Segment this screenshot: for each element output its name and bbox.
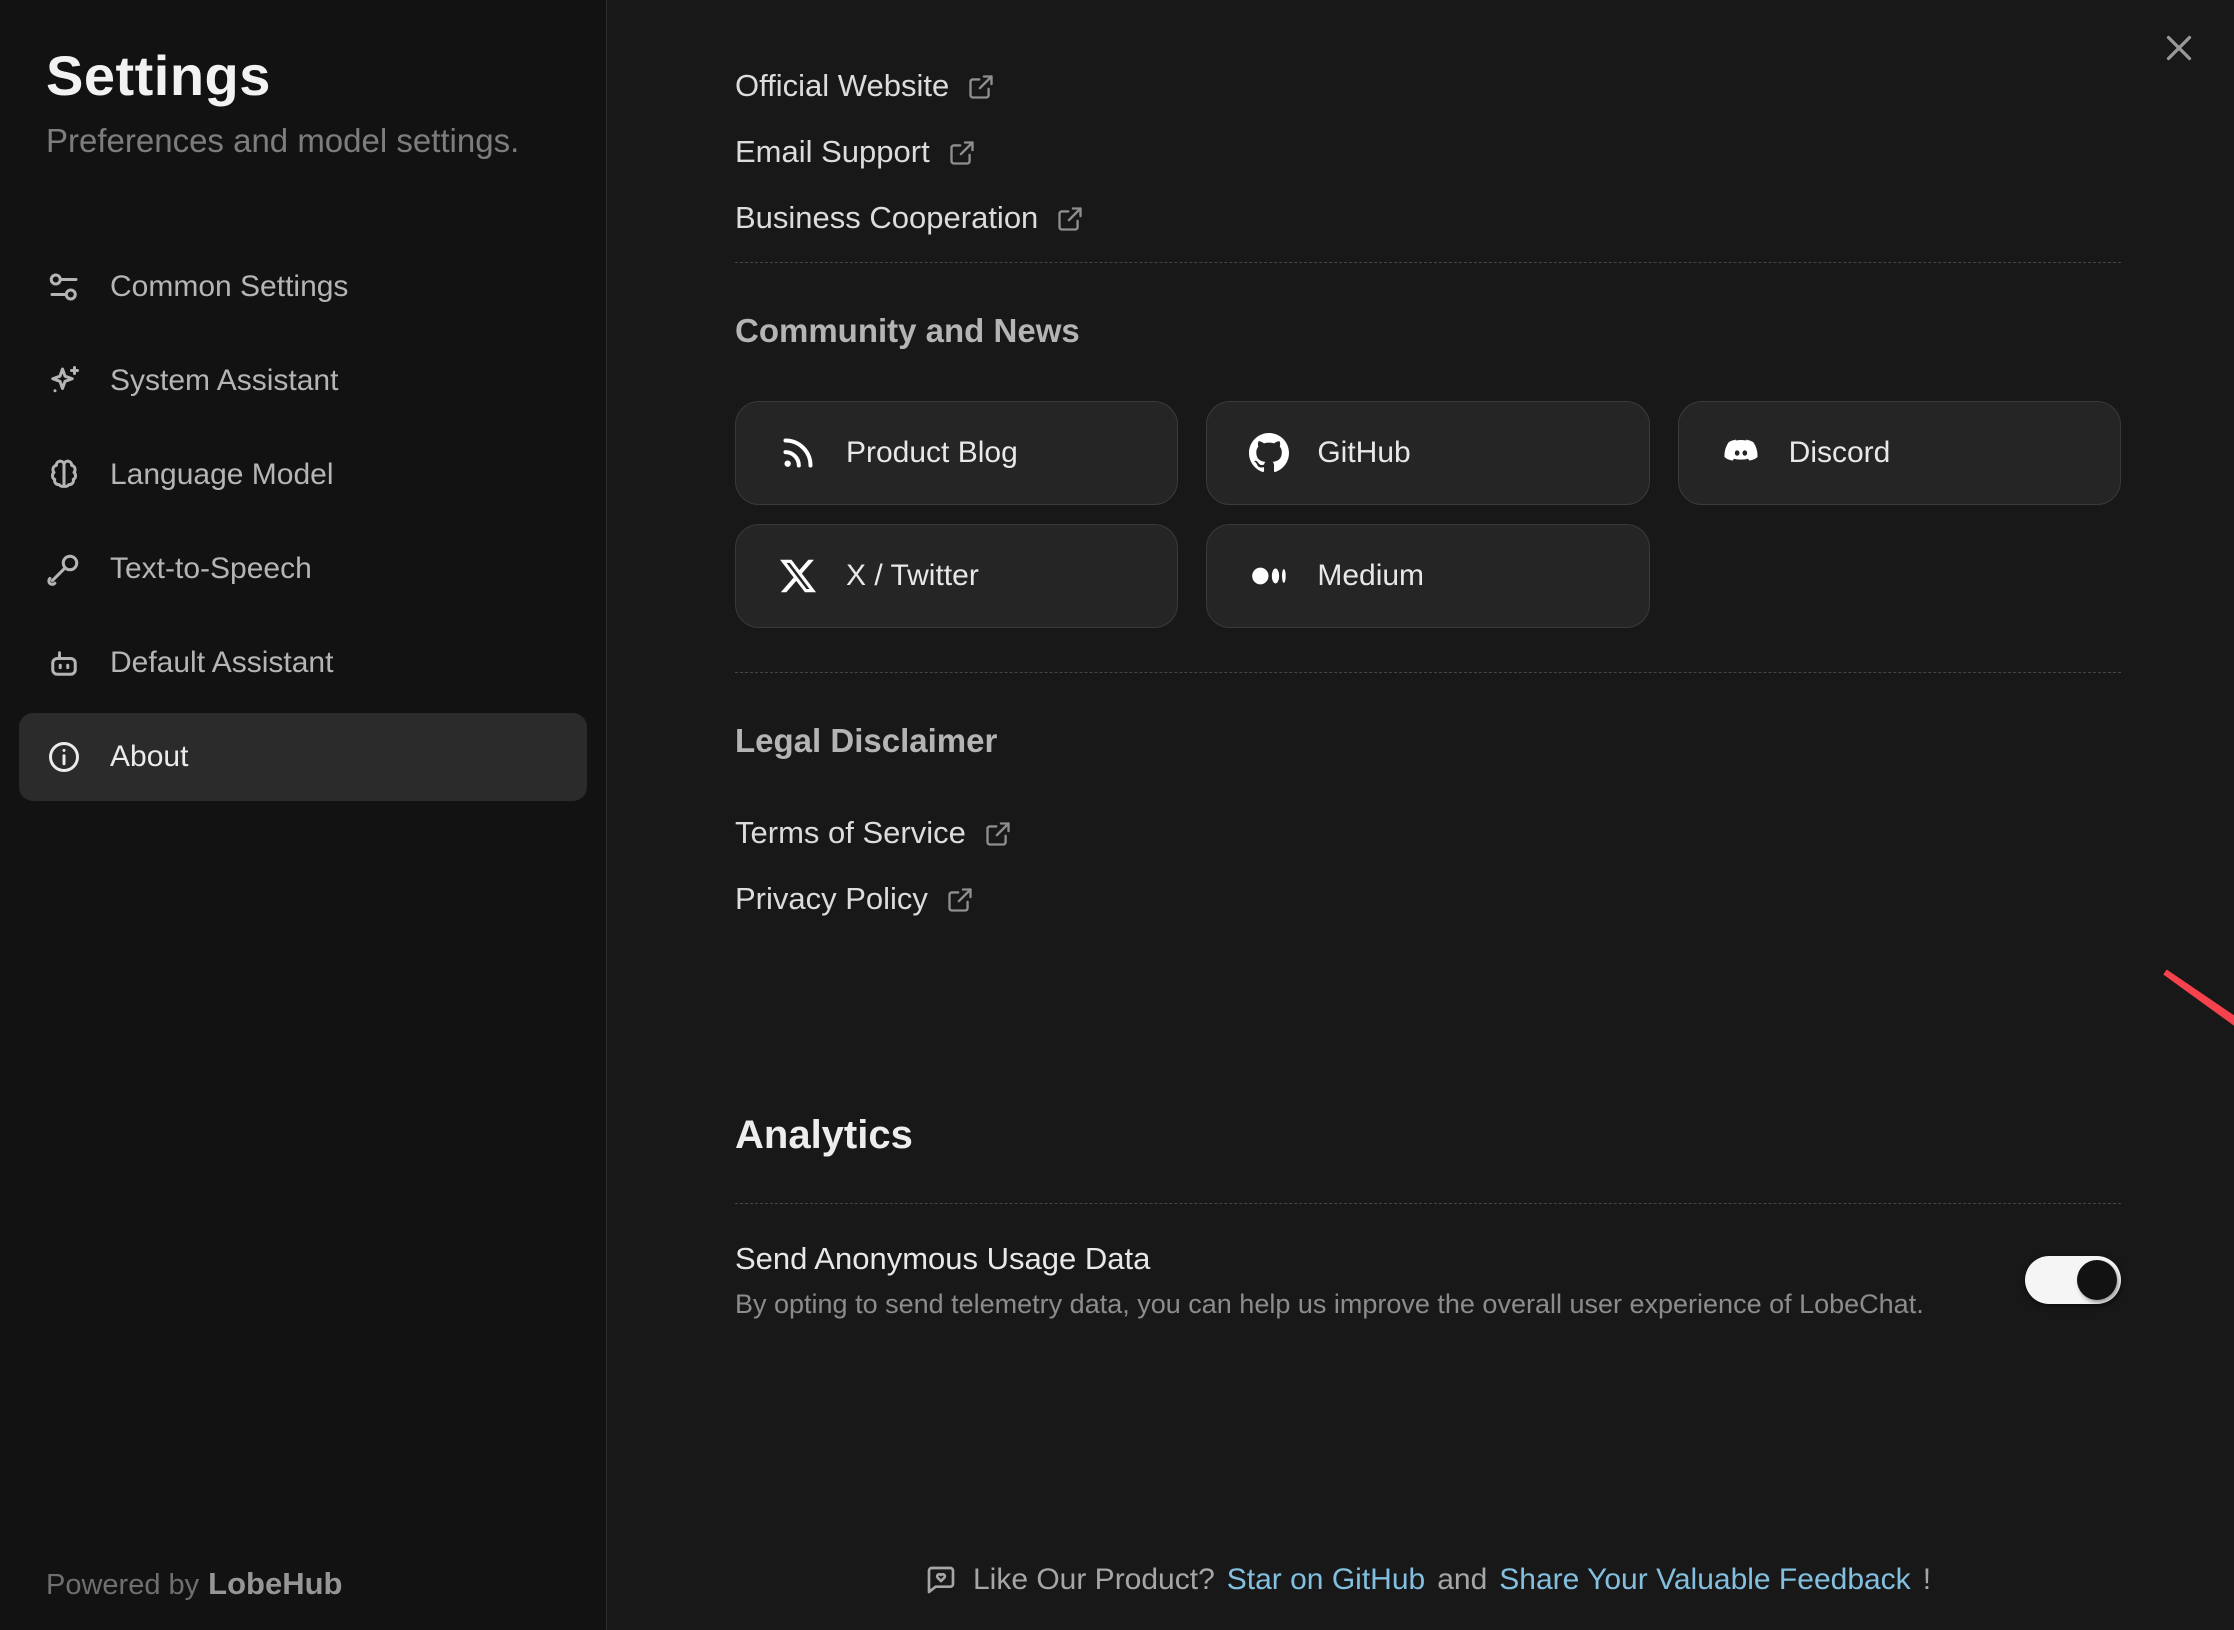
brain-icon: [46, 457, 82, 493]
sidebar-item-about[interactable]: About: [19, 713, 587, 801]
page-title: Settings: [46, 42, 606, 110]
sidebar-item-language-model[interactable]: Language Model: [19, 431, 587, 519]
button-label: GitHub: [1317, 436, 1410, 470]
settings-window: Settings Preferences and model settings.…: [0, 0, 2234, 1630]
button-label: Discord: [1789, 436, 1891, 470]
powered-by: Powered by LobeHub: [46, 1566, 342, 1602]
legal-heading: Legal Disclaimer: [735, 718, 2121, 764]
external-link-icon: [1056, 205, 1084, 233]
usage-data-description: By opting to send telemetry data, you ca…: [735, 1285, 1924, 1323]
footer-conjunction: and: [1437, 1558, 1487, 1602]
info-icon: [46, 739, 82, 775]
about-panel: Contact Us Official Website Email Suppor…: [607, 0, 2234, 1630]
sidebar-item-system-assistant[interactable]: System Assistant: [19, 337, 587, 425]
link-label: Business Cooperation: [735, 196, 1038, 240]
sidebar-item-common-settings[interactable]: Common Settings: [19, 243, 587, 331]
discord-button[interactable]: Discord: [1678, 401, 2121, 505]
external-link-icon: [946, 886, 974, 914]
contact-links: Official Website Email Support Business …: [735, 64, 2121, 240]
footer-prefix: Like Our Product?: [973, 1558, 1215, 1602]
close-button[interactable]: [2157, 26, 2201, 70]
medium-icon: [1249, 556, 1289, 596]
github-icon: [1249, 433, 1289, 473]
github-button[interactable]: GitHub: [1206, 401, 1649, 505]
sidebar-item-label: System Assistant: [110, 364, 338, 398]
star-on-github-link[interactable]: Star on GitHub: [1227, 1558, 1425, 1602]
business-cooperation-link[interactable]: Business Cooperation: [735, 196, 1084, 240]
legal-links: Terms of Service Privacy Policy: [735, 811, 2121, 921]
divider: [735, 672, 2121, 673]
external-link-icon: [984, 820, 1012, 848]
medium-button[interactable]: Medium: [1206, 524, 1649, 628]
sidebar-item-label: Text-to-Speech: [110, 552, 312, 586]
divider: [735, 262, 2121, 263]
close-icon: [2161, 30, 2197, 66]
share-feedback-link[interactable]: Share Your Valuable Feedback: [1499, 1558, 1910, 1602]
rss-icon: [778, 433, 818, 473]
external-link-icon: [948, 139, 976, 167]
usage-data-texts: Send Anonymous Usage Data By opting to s…: [735, 1237, 1924, 1323]
contact-heading: Contact Us: [735, 0, 2121, 8]
sidebar-item-label: Language Model: [110, 458, 334, 492]
divider: [735, 1203, 2121, 1204]
annotation-arrow: [2147, 950, 2234, 1310]
analytics-heading: Analytics: [735, 1108, 2121, 1162]
mic-icon: [46, 551, 82, 587]
discord-icon: [1721, 433, 1761, 473]
settings-nav: Common Settings System Assistant: [0, 243, 606, 801]
toggle-knob: [2077, 1260, 2117, 1300]
official-website-link[interactable]: Official Website: [735, 64, 995, 108]
settings-sidebar: Settings Preferences and model settings.…: [0, 0, 607, 1630]
bot-icon: [46, 645, 82, 681]
x-twitter-icon: [778, 556, 818, 596]
sidebar-header: Settings Preferences and model settings.: [0, 0, 606, 164]
sidebar-item-text-to-speech[interactable]: Text-to-Speech: [19, 525, 587, 613]
sidebar-item-label: Common Settings: [110, 270, 348, 304]
community-heading: Community and News: [735, 308, 2121, 354]
footer-suffix: !: [1923, 1558, 1931, 1602]
external-link-icon: [967, 73, 995, 101]
community-buttons: Product Blog GitHub Discord: [735, 401, 2121, 628]
email-support-link[interactable]: Email Support: [735, 130, 976, 174]
link-label: Email Support: [735, 130, 930, 174]
link-label: Official Website: [735, 64, 949, 108]
usage-data-toggle[interactable]: [2025, 1256, 2121, 1304]
sliders-icon: [46, 269, 82, 305]
feedback-footer: Like Our Product? Star on GitHub and Sha…: [735, 1558, 2121, 1602]
link-label: Privacy Policy: [735, 877, 928, 921]
message-square-heart-icon: [925, 1564, 957, 1596]
x-twitter-button[interactable]: X / Twitter: [735, 524, 1178, 628]
link-label: Terms of Service: [735, 811, 966, 855]
sidebar-item-default-assistant[interactable]: Default Assistant: [19, 619, 587, 707]
sidebar-item-label: About: [110, 740, 188, 774]
usage-data-setting-row: Send Anonymous Usage Data By opting to s…: [735, 1237, 2121, 1323]
button-label: X / Twitter: [846, 559, 979, 593]
lobehub-brand: LobeHub: [208, 1566, 342, 1601]
privacy-policy-link[interactable]: Privacy Policy: [735, 877, 974, 921]
terms-of-service-link[interactable]: Terms of Service: [735, 811, 1012, 855]
usage-data-title: Send Anonymous Usage Data: [735, 1237, 1924, 1281]
product-blog-button[interactable]: Product Blog: [735, 401, 1178, 505]
page-subtitle: Preferences and model settings.: [46, 118, 606, 164]
button-label: Medium: [1317, 559, 1424, 593]
sidebar-item-label: Default Assistant: [110, 646, 333, 680]
powered-by-label: Powered by: [46, 1569, 199, 1601]
button-label: Product Blog: [846, 436, 1018, 470]
sparkles-icon: [46, 363, 82, 399]
